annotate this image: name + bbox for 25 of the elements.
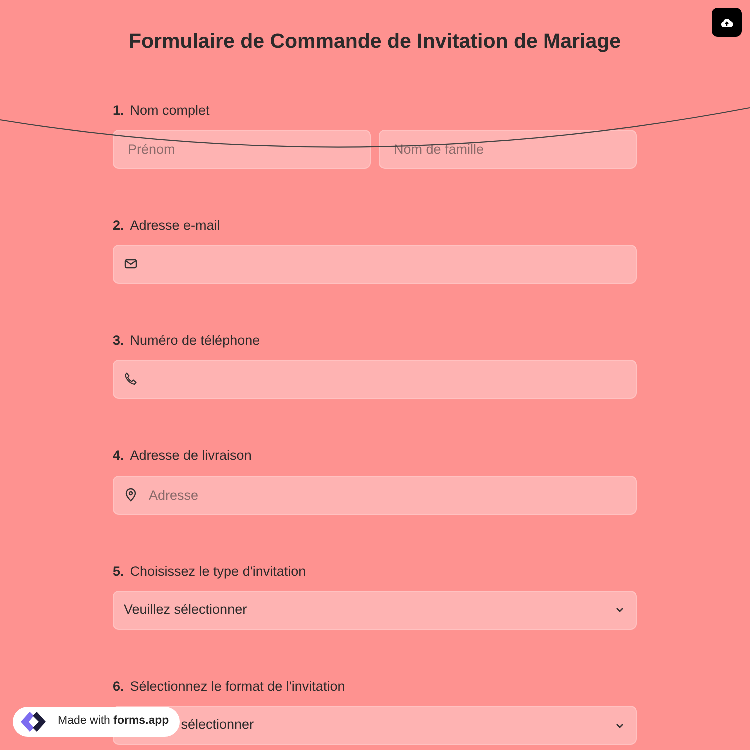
question-label: Nom complet xyxy=(130,102,210,120)
question-label: Numéro de téléphone xyxy=(130,332,260,350)
question-label: Choisissez le type d'invitation xyxy=(130,562,306,581)
download-button[interactable] xyxy=(712,8,742,37)
text-input[interactable]: Nom de famille xyxy=(379,130,637,169)
question-label: Sélectionnez le format de l'invitation xyxy=(130,678,346,696)
question-label: Adresse e-mail xyxy=(130,216,220,235)
text-input[interactable]: Prénom xyxy=(113,130,371,169)
question-number: 6. xyxy=(113,678,124,696)
text-input[interactable] xyxy=(113,360,637,400)
text-input[interactable] xyxy=(113,245,637,284)
location-pin-icon xyxy=(124,488,138,502)
form-title: Formulaire de Commande de Invitation de Mariage xyxy=(128,30,622,55)
question-number: 2. xyxy=(113,216,124,235)
question-label: Adresse de livraison xyxy=(130,447,252,466)
cloud-upload-icon xyxy=(721,18,733,28)
question-number: 4. xyxy=(113,447,124,466)
mail-icon xyxy=(124,257,138,272)
question-number: 3. xyxy=(113,332,124,350)
select-dropdown[interactable]: Veuillez sélectionner xyxy=(113,590,637,630)
text-input[interactable]: Adresse xyxy=(113,476,637,515)
question-number: 1. xyxy=(113,102,124,120)
question-number: 5. xyxy=(113,562,124,581)
made-with-badge[interactable]: Made with forms.app xyxy=(13,707,180,737)
phone-icon xyxy=(124,372,138,386)
